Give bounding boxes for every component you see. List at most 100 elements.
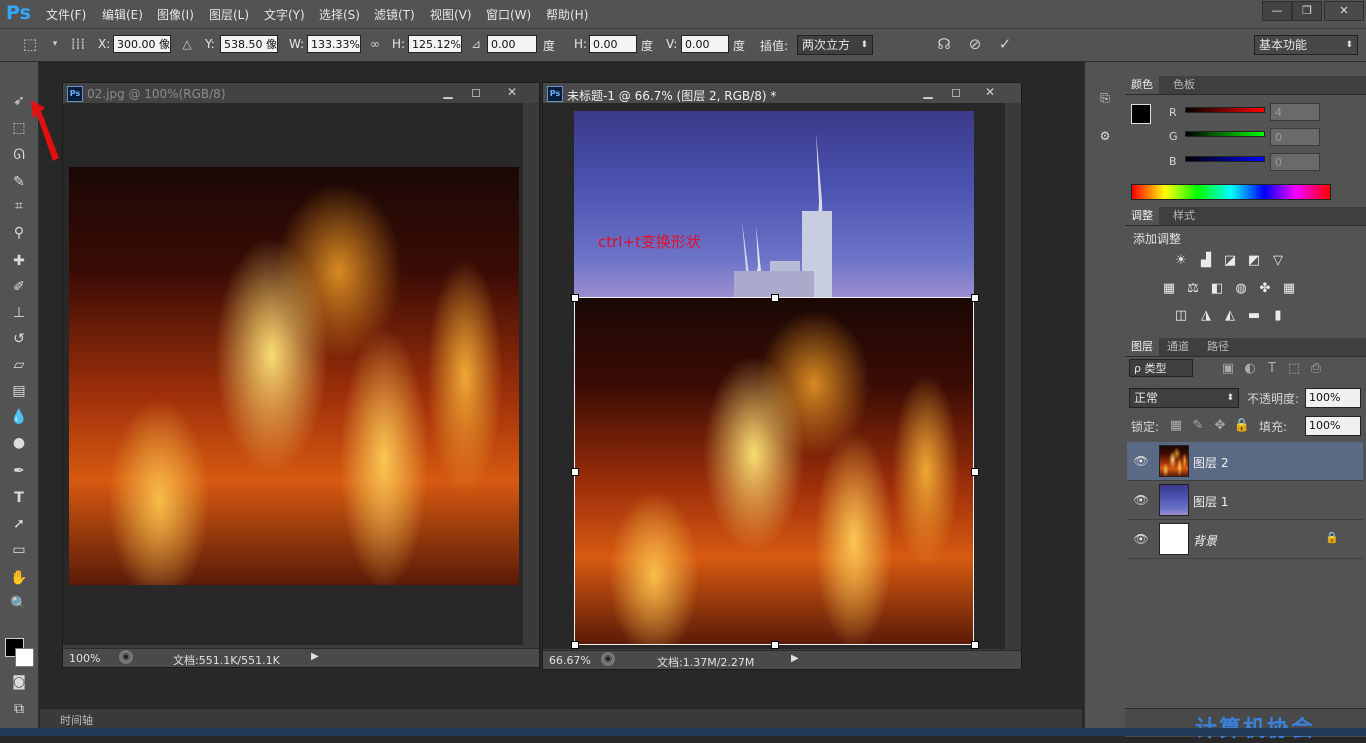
eye-icon[interactable]: 👁	[1133, 492, 1149, 508]
brightness-icon[interactable]: ☀	[1172, 252, 1190, 270]
transform-handle[interactable]	[571, 294, 579, 302]
workspace-select[interactable]: 基本功能 ⬍	[1254, 35, 1358, 55]
lock-all-icon[interactable]: 🔒	[1233, 417, 1251, 435]
height-field[interactable]: 125.12%	[408, 35, 462, 53]
threshold-icon[interactable]: ◭	[1221, 307, 1239, 325]
type-tool-icon[interactable]: T	[7, 487, 31, 509]
b-slider[interactable]	[1185, 156, 1265, 162]
lock-transparency-icon[interactable]: ▦	[1167, 417, 1185, 435]
transform-bounding-box[interactable]	[574, 297, 974, 645]
tab-styles[interactable]: 样式	[1167, 207, 1201, 225]
opacity-field[interactable]: 100%	[1305, 388, 1361, 408]
blend-mode-select[interactable]: 正常 ⬍	[1129, 388, 1239, 408]
transform-handle[interactable]	[771, 641, 779, 649]
doc-close-button[interactable]: ✕	[499, 83, 525, 101]
doc-maximize-button[interactable]: ◻	[463, 83, 489, 101]
status-info-icon[interactable]: ◉	[119, 650, 133, 664]
lock-position-icon[interactable]: ✥	[1211, 417, 1229, 435]
timeline-panel[interactable]: 时间轴	[40, 708, 1082, 729]
quick-mask-icon[interactable]: ◙	[7, 671, 31, 693]
eyedropper-tool-icon[interactable]: ⚲	[7, 222, 31, 244]
posterize-icon[interactable]: ◮	[1197, 307, 1215, 325]
invert-icon[interactable]: ◫	[1172, 307, 1190, 325]
zoom-level[interactable]: 100%	[69, 652, 100, 665]
filter-smart-icon[interactable]: ⎙	[1307, 360, 1325, 378]
x-field[interactable]: 300.00 像	[113, 35, 171, 53]
tab-channels[interactable]: 通道	[1161, 338, 1195, 356]
gradient-map-icon[interactable]: ▽	[1269, 252, 1287, 270]
b-value-field[interactable]: 0	[1270, 153, 1320, 171]
hskew-field[interactable]: 0.00	[589, 35, 637, 53]
crop-tool-icon[interactable]: ⌗	[7, 195, 31, 217]
tab-swatches[interactable]: 色板	[1167, 76, 1201, 94]
layer-row-selected[interactable]: 👁 图层 2	[1127, 442, 1363, 481]
cancel-transform-icon[interactable]: ⊘	[965, 34, 985, 54]
menu-file[interactable]: 文件(F)	[46, 6, 86, 23]
selective-color-icon[interactable]: ▬	[1245, 307, 1263, 325]
transform-tool-icon[interactable]: ⬚	[20, 34, 40, 54]
vertical-scrollbar[interactable]	[523, 103, 537, 645]
filter-adjust-icon[interactable]: ◐	[1241, 360, 1259, 378]
filter-type-icon[interactable]: T	[1263, 360, 1281, 378]
document-titlebar[interactable]: Ps 未标题-1 @ 66.7% (图层 2, RGB/8) * ▁ ◻ ✕	[543, 83, 1021, 103]
fill-field[interactable]: 100%	[1305, 416, 1361, 436]
eraser-tool-icon[interactable]: ▱	[7, 354, 31, 376]
hue-saturation-icon[interactable]: ▦	[1160, 280, 1178, 298]
tab-layers[interactable]: 图层	[1125, 338, 1159, 356]
menu-window[interactable]: 窗口(W)	[486, 6, 531, 23]
hand-tool-icon[interactable]: ✋	[7, 567, 31, 589]
color-lookup-icon[interactable]: ▦	[1280, 280, 1298, 298]
menu-image[interactable]: 图像(I)	[157, 6, 194, 23]
color-balance-icon[interactable]: ⚖	[1184, 280, 1202, 298]
menu-select[interactable]: 选择(S)	[319, 6, 360, 23]
app-minimize-button[interactable]: —	[1262, 1, 1292, 21]
layer-filter-select[interactable]: ρ 类型	[1129, 359, 1193, 377]
menu-help[interactable]: 帮助(H)	[546, 6, 588, 23]
transform-handle[interactable]	[571, 468, 579, 476]
quick-select-tool-icon[interactable]: ✎	[7, 171, 31, 193]
transform-handle[interactable]	[971, 294, 979, 302]
gradient-tool-icon[interactable]: ▤	[7, 380, 31, 402]
properties-panel-icon[interactable]: ⚙	[1095, 126, 1115, 146]
r-value-field[interactable]: 4	[1270, 103, 1320, 121]
vertical-scrollbar[interactable]	[1005, 103, 1019, 649]
g-slider[interactable]	[1185, 131, 1265, 137]
foreground-color-swatch[interactable]	[1131, 104, 1151, 124]
tool-preset-dropdown-icon[interactable]: ▾	[45, 34, 65, 54]
app-restore-button[interactable]: ❐	[1292, 1, 1322, 21]
brush-tool-icon[interactable]: ✐	[7, 276, 31, 298]
menu-filter[interactable]: 滤镜(T)	[374, 6, 415, 23]
menu-edit[interactable]: 编辑(E)	[102, 6, 143, 23]
tab-color[interactable]: 颜色	[1125, 76, 1159, 94]
menu-type[interactable]: 文字(Y)	[264, 6, 305, 23]
black-white-icon[interactable]: ◧	[1208, 280, 1226, 298]
menu-view[interactable]: 视图(V)	[430, 6, 472, 23]
vskew-field[interactable]: 0.00	[681, 35, 729, 53]
levels-icon[interactable]: ▟	[1197, 252, 1215, 270]
lock-pixels-icon[interactable]: ✎	[1189, 417, 1207, 435]
layer-row[interactable]: 👁 图层 1	[1127, 481, 1363, 520]
stamp-tool-icon[interactable]: ⊥	[7, 302, 31, 324]
doc-minimize-button[interactable]: ▁	[435, 83, 461, 101]
interpolation-select[interactable]: 两次立方 ⬍	[797, 35, 873, 55]
warp-mode-icon[interactable]: ☊	[934, 34, 954, 54]
photo-filter-icon[interactable]: ◍	[1232, 280, 1250, 298]
zoom-tool-icon[interactable]: 🔍	[7, 593, 31, 615]
filter-pixel-icon[interactable]: ▣	[1219, 360, 1237, 378]
history-brush-tool-icon[interactable]: ↺	[7, 328, 31, 350]
exposure-icon[interactable]: ◩	[1245, 252, 1263, 270]
blur-tool-icon[interactable]: 💧	[7, 406, 31, 428]
g-value-field[interactable]: 0	[1270, 128, 1320, 146]
pen-tool-icon[interactable]: ✒	[7, 460, 31, 482]
rectangle-tool-icon[interactable]: ▭	[7, 539, 31, 561]
eye-icon[interactable]: 👁	[1133, 531, 1149, 547]
link-icon[interactable]: ∞	[365, 34, 385, 54]
history-panel-icon[interactable]: ⎘	[1095, 88, 1115, 108]
background-color-swatch[interactable]	[15, 648, 34, 667]
dodge-tool-icon[interactable]: ●	[7, 432, 31, 454]
reference-point-icon[interactable]: ⁞⁞⁞	[68, 34, 88, 54]
transform-handle[interactable]	[971, 641, 979, 649]
doc-minimize-button[interactable]: ▁	[915, 83, 941, 101]
screen-mode-icon[interactable]: ⧉	[7, 698, 31, 720]
channel-mixer-icon[interactable]: ✤	[1256, 280, 1274, 298]
